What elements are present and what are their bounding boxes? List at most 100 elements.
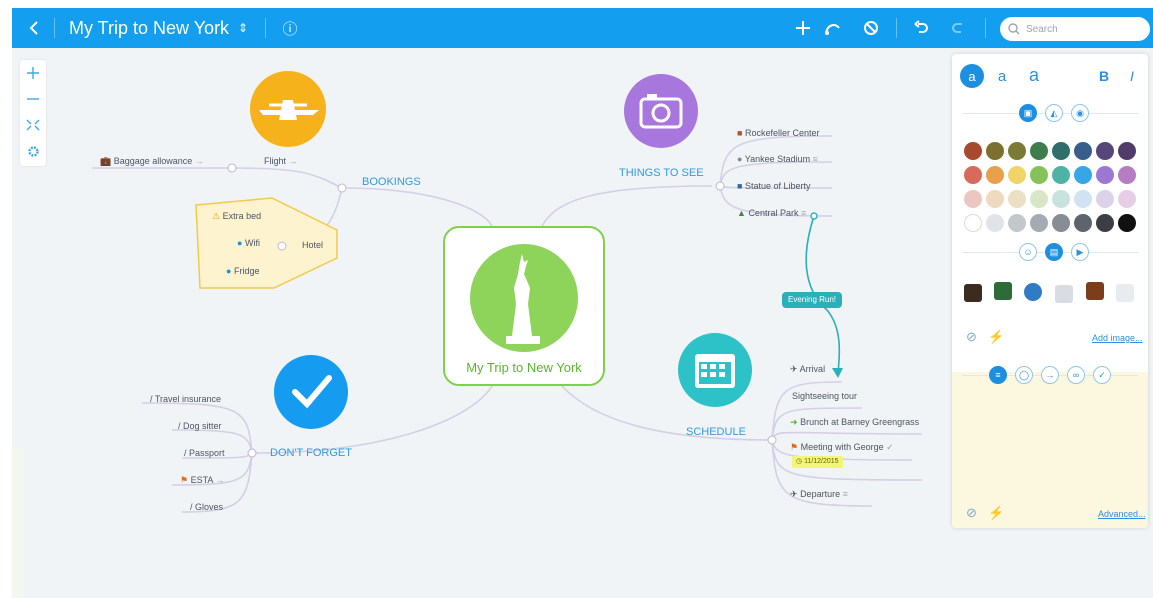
color-swatch[interactable] [1052,166,1070,184]
color-swatch[interactable] [1096,166,1114,184]
magic-wand-icon[interactable]: ⚡ [988,505,1004,521]
color-swatch[interactable] [986,142,1004,160]
branch-bookings[interactable]: BOOKINGS [362,176,421,188]
notes-tab[interactable]: ≡ [989,366,1007,384]
font-size-medium-button[interactable]: a [990,64,1014,88]
color-swatch[interactable] [1008,166,1026,184]
color-swatch[interactable] [1118,190,1136,208]
topic-sightseeing-tour[interactable]: Sightseeing tour [792,391,857,401]
color-swatch[interactable] [1030,214,1048,232]
attachments-tab[interactable]: ∞ [1067,366,1085,384]
central-topic-title: My Trip to New York [466,360,582,375]
color-swatch[interactable] [1052,142,1070,160]
topic-wifi[interactable]: ● Wifi [237,238,260,248]
color-swatch[interactable] [1118,166,1136,184]
color-swatch[interactable] [964,142,982,160]
relation-label[interactable]: Evening Run! [782,292,843,308]
topic-meeting-with-george[interactable]: ⚑ Meeting with George ✓ [790,442,894,453]
topic-hotel[interactable]: Hotel [302,240,323,250]
redo-button[interactable] [948,8,970,48]
topic-baggage[interactable]: 💼 Baggage allowance → [100,156,204,167]
color-swatch[interactable] [964,214,982,232]
add-image-link[interactable]: Add image... [1092,333,1143,343]
color-swatch[interactable] [964,166,982,184]
color-swatch[interactable] [1030,142,1048,160]
topic-fridge[interactable]: ● Fridge [226,266,259,276]
color-swatch[interactable] [986,166,1004,184]
branch-style-button[interactable]: ◭ [1045,104,1063,122]
branch-schedule[interactable]: SCHEDULE [686,426,746,438]
add-relation-button[interactable] [822,8,844,48]
video-tab[interactable]: ▶ [1071,243,1089,261]
info-icon[interactable]: ⓘ [280,8,300,48]
color-swatch[interactable] [1074,214,1092,232]
topic-extra-bed[interactable]: ⚠ Extra bed [212,211,261,222]
alarm-clock-icon[interactable] [1024,283,1042,301]
bold-button[interactable]: B [1092,64,1116,88]
branch-dont-forget[interactable]: DON'T FORGET [270,447,352,459]
color-swatch[interactable] [1008,142,1026,160]
italic-button[interactable]: I [1120,64,1144,88]
note-area[interactable] [952,372,1148,528]
branch-things-to-see[interactable]: THINGS TO SEE [619,167,704,179]
due-date-badge: ◷ 11/12/2015 [792,456,843,468]
color-swatch[interactable] [1118,142,1136,160]
title-menu-icon[interactable]: ⇕ [238,8,248,48]
topic-arrival[interactable]: ✈ Arrival [790,364,825,375]
topic-departure[interactable]: ✈ Departure ≡ [790,489,848,500]
book-icon[interactable] [994,282,1012,300]
border-style-button[interactable]: ◉ [1071,104,1089,122]
color-swatch[interactable] [1118,214,1136,232]
topic-central-park[interactable]: ▲ Central Park ≡ [737,208,806,218]
emoji-tab[interactable]: ☺ [1019,243,1037,261]
shape-style-button[interactable]: ▣ [1019,104,1037,122]
id-card-icon[interactable] [1116,284,1134,302]
delete-button[interactable] [860,8,882,48]
color-swatch[interactable] [1008,214,1026,232]
undo-button[interactable] [910,8,932,48]
links-tab[interactable]: → [1041,366,1059,384]
color-swatch[interactable] [1096,142,1114,160]
advanced-link[interactable]: Advanced... [1098,509,1146,519]
task-dog-sitter[interactable]: / Dog sitter [178,421,222,431]
color-swatch[interactable] [1030,190,1048,208]
search-input[interactable]: Search [1000,17,1150,41]
no-style-icon[interactable]: ⊘ [966,505,977,521]
color-swatch[interactable] [1096,214,1114,232]
font-size-small-button[interactable]: a [960,64,984,88]
topic-yankee-stadium[interactable]: ● Yankee Stadium ≡ [737,154,818,164]
color-swatch[interactable] [1074,142,1092,160]
color-swatch[interactable] [1052,214,1070,232]
task-esta[interactable]: ⚑ ESTA → [180,475,224,486]
image-tab[interactable]: ▤ [1045,243,1063,261]
add-topic-button[interactable] [792,8,814,48]
topic-statue-of-liberty[interactable]: ■ Statue of Liberty [737,181,811,191]
mind-map-canvas[interactable]: My Trip to New York BOOKINGS THINGS TO S… [12,48,952,598]
back-button[interactable] [24,8,44,48]
color-swatch[interactable] [1074,166,1092,184]
color-swatch[interactable] [1052,190,1070,208]
topic-brunch[interactable]: ➜ Brunch at Barney Greengrass [790,417,919,428]
no-image-icon[interactable]: ⊘ [966,329,977,345]
topic-rockefeller-center[interactable]: ■ Rockefeller Center [737,128,819,138]
task-travel-insurance[interactable]: / Travel insurance [150,394,221,404]
document-title[interactable]: My Trip to New York [69,8,229,48]
magic-wand-icon[interactable]: ⚡ [988,329,1004,345]
color-swatch[interactable] [986,214,1004,232]
color-swatch[interactable] [1008,190,1026,208]
graduation-cap-icon[interactable] [964,284,982,302]
open-book-icon[interactable] [1055,285,1073,303]
central-topic[interactable]: My Trip to New York [443,226,605,386]
color-swatch[interactable] [1074,190,1092,208]
briefcase-icon[interactable] [1086,282,1104,300]
font-size-large-button[interactable]: a [1022,63,1046,87]
tasks-tab[interactable]: ✓ [1093,366,1111,384]
color-swatch[interactable] [986,190,1004,208]
task-passport[interactable]: / Passport [184,448,225,458]
color-swatch[interactable] [1096,190,1114,208]
task-gloves[interactable]: / Gloves [190,502,223,512]
topic-flight[interactable]: Flight → [264,156,298,166]
color-swatch[interactable] [1030,166,1048,184]
comments-tab[interactable]: ◯ [1015,366,1033,384]
color-swatch[interactable] [964,190,982,208]
